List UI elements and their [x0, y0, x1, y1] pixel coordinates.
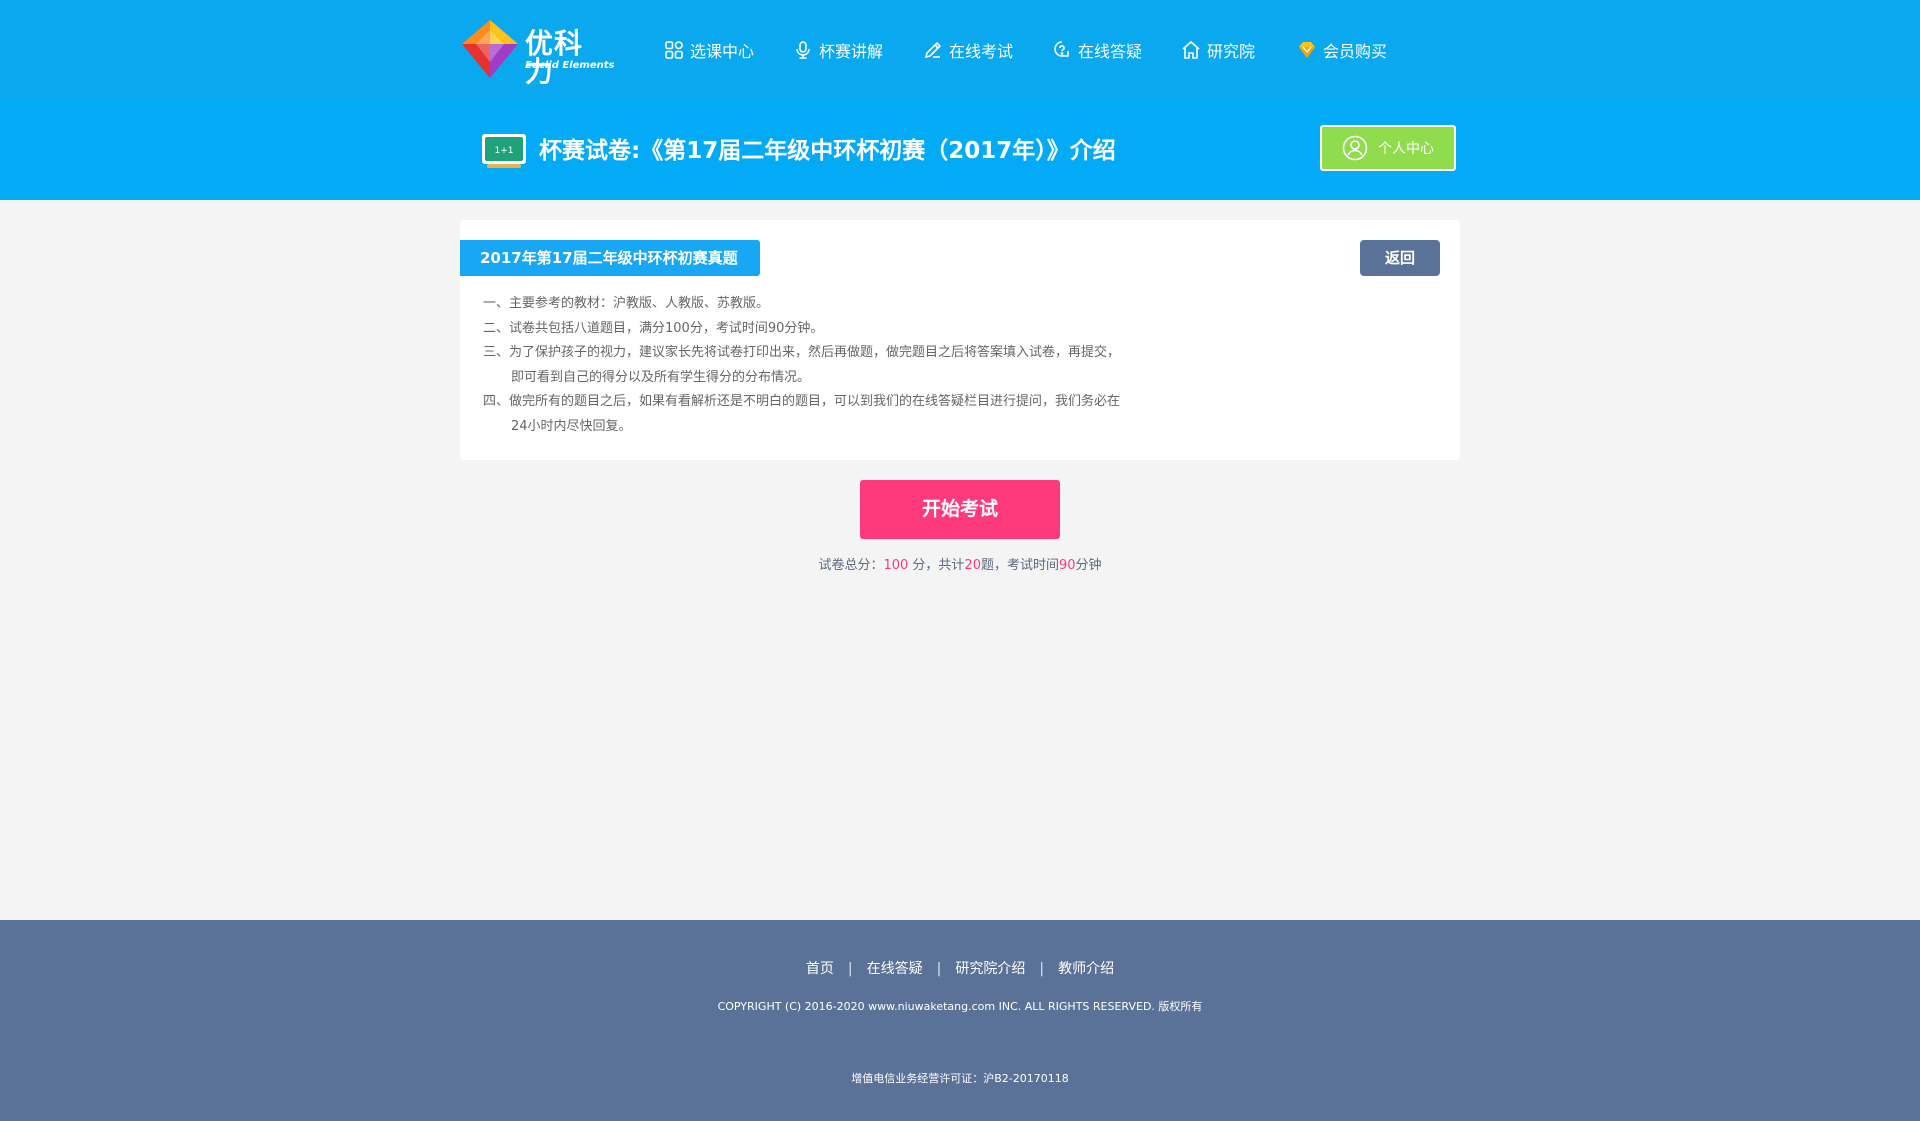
- rule-item: 四、做完所有的题目之后，如果有看解析还是不明白的题目，可以到我们的在线答疑栏目进…: [483, 394, 1121, 409]
- user-center-button[interactable]: 个人中心: [1320, 125, 1456, 171]
- score-unit: 分，共计: [908, 558, 965, 573]
- nav-item-online-exam[interactable]: 在线考试: [923, 36, 1013, 64]
- duration-unit: 分钟: [1075, 558, 1102, 573]
- exam-rules: 一、主要参考的教材：沪教版、人教版、苏教版。 二、试卷共包括八道题目，满分100…: [483, 292, 1283, 439]
- microphone-icon: [793, 40, 813, 60]
- license-text: 增值电信业务经营许可证：沪B2-20170118: [851, 1072, 1069, 1085]
- rule-item-continued: 24小时内尽快回复。: [511, 418, 632, 434]
- chalkboard-icon: 1+1: [482, 134, 526, 168]
- rule-item: 二、试卷共包括八道题目，满分100分，考试时间90分钟。: [483, 320, 824, 336]
- nav-item-membership[interactable]: 会员购买: [1297, 36, 1387, 64]
- exam-summary: 试卷总分：100 分，共计20题，考试时间90分钟: [0, 554, 1920, 573]
- question-count: 20: [964, 558, 981, 573]
- house-icon: [1181, 40, 1201, 60]
- footer-separator: |: [1039, 961, 1045, 977]
- footer-link-home[interactable]: 首页: [806, 961, 834, 977]
- nav-item-label: 会员购买: [1323, 42, 1388, 61]
- summary-prefix: 试卷总分：: [818, 558, 884, 573]
- footer-link-online-qa[interactable]: 在线答疑: [867, 961, 923, 977]
- footer-link-teacher-intro[interactable]: 教师介绍: [1058, 961, 1114, 977]
- total-score: 100: [883, 558, 909, 573]
- paper-name-tag: 2017年第17届二年级中环杯初赛真题: [460, 240, 760, 276]
- rule-item-continued: 即可看到自己的得分以及所有学生得分的分布情况。: [511, 369, 811, 385]
- nav-item-online-qa[interactable]: 在线答疑: [1052, 36, 1142, 64]
- nav-item-label: 在线答疑: [1078, 42, 1143, 61]
- start-exam-button[interactable]: 开始考试: [860, 480, 1060, 539]
- user-circle-icon: [1342, 135, 1368, 161]
- nav-item-label: 在线考试: [949, 42, 1014, 61]
- logo-mark-icon: [462, 20, 518, 78]
- nav-item-course-center[interactable]: 选课中心: [664, 36, 754, 64]
- logo-wordmark: 优科力: [525, 27, 584, 88]
- brand-logo[interactable]: 优科力 Euclid Elements: [460, 18, 614, 86]
- user-center-label: 个人中心: [1378, 141, 1434, 157]
- nav-item-label: 研究院: [1207, 42, 1256, 61]
- rule-item: 三、为了保护孩子的视力，建议家长先将试卷打印出来，然后再做题，做完题目之后将答案…: [483, 345, 1121, 360]
- logo-subtitle: Euclid Elements: [525, 60, 615, 71]
- grid-icon: [664, 40, 684, 60]
- copyright-text: COPYRIGHT (C) 2016-2020 www.niuwaketang.…: [717, 1000, 1203, 1013]
- nav-item-label: 选课中心: [690, 42, 755, 61]
- diamond-icon: [1297, 40, 1317, 60]
- footer-link-institute-intro[interactable]: 研究院介绍: [955, 961, 1025, 977]
- nav-item-label: 杯赛讲解: [819, 42, 884, 61]
- rule-item: 一、主要参考的教材：沪教版、人教版、苏教版。: [483, 296, 770, 311]
- question-unit: 题，考试时间: [980, 558, 1059, 573]
- nav-item-institute[interactable]: 研究院: [1181, 36, 1255, 64]
- question-bubble-icon: [1052, 40, 1072, 60]
- footer-links: 首页 | 在线答疑 | 研究院介绍 | 教师介绍: [0, 958, 1920, 978]
- nav-item-contest-explain[interactable]: 杯赛讲解: [793, 36, 883, 64]
- footer: [0, 920, 1920, 1121]
- footer-separator: |: [936, 961, 942, 977]
- back-button[interactable]: 返回: [1360, 240, 1440, 276]
- top-navigation-bar: 优科力 Euclid Elements 选课中心 杯赛讲解 在线考试 在线答疑 …: [0, 0, 1920, 100]
- chalkboard-text: 1+1: [495, 146, 514, 156]
- footer-separator: |: [847, 961, 853, 977]
- page-title: 杯赛试卷:《第17届二年级中环杯初赛（2017年）》介绍: [539, 138, 1116, 164]
- exam-duration: 90: [1058, 558, 1076, 573]
- pencil-icon: [923, 40, 943, 60]
